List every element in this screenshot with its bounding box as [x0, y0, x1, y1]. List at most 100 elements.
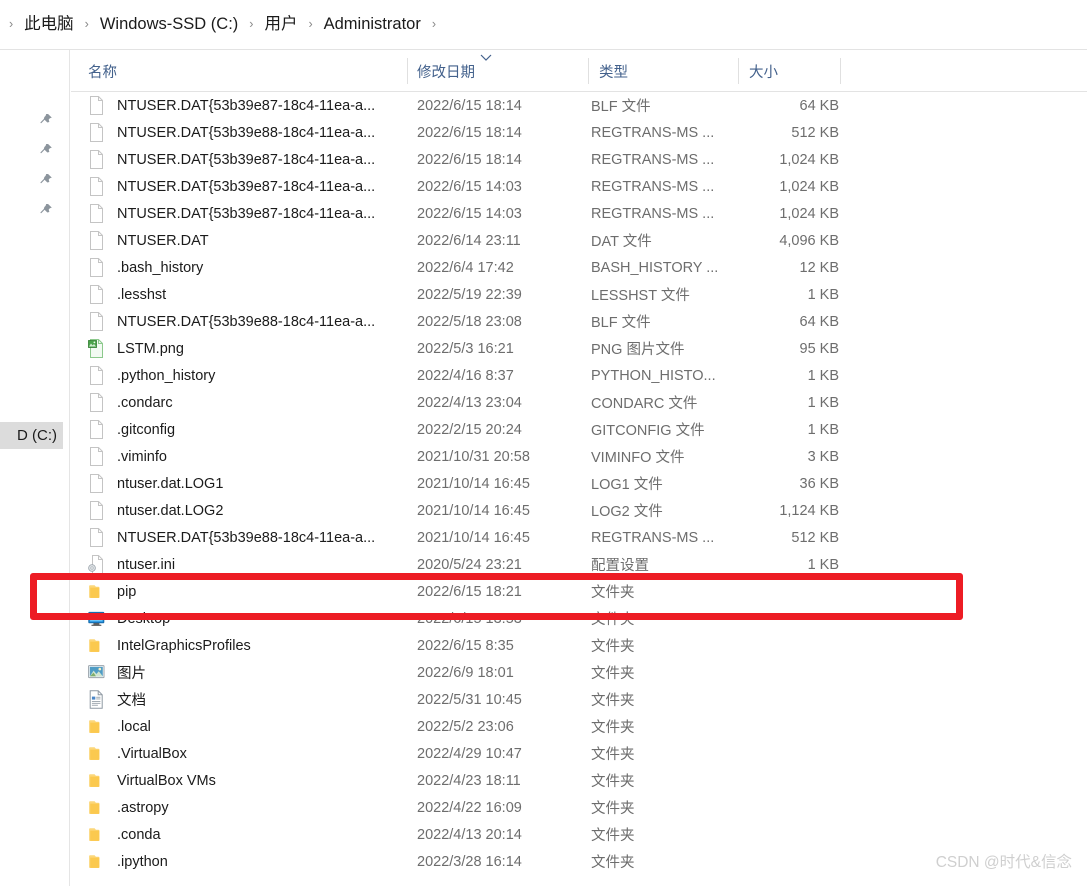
nav-item-windows-ssd[interactable]: D (C:): [0, 422, 63, 449]
file-row[interactable]: 文档 2022/5/31 10:45 文件夹: [71, 686, 1087, 713]
file-size-cell: 512 KB: [791, 124, 839, 141]
file-name-cell[interactable]: .VirtualBox: [88, 740, 404, 767]
file-row[interactable]: .viminfo 2021/10/31 20:58 VIMINFO 文件 3 KB: [71, 443, 1087, 470]
file-name-label: .astropy: [117, 799, 169, 816]
file-row[interactable]: ntuser.dat.LOG2 2021/10/14 16:45 LOG2 文件 1,…: [71, 497, 1087, 524]
file-row[interactable]: .gitconfig 2022/2/15 20:24 GITCONFIG 文件 1 K…: [71, 416, 1087, 443]
file-row[interactable]: ntuser.dat.LOG1 2021/10/14 16:45 LOG1 文件 36…: [71, 470, 1087, 497]
file-row[interactable]: .bash_history 2022/6/4 17:42 BASH_HISTORY …: [71, 254, 1087, 281]
file-name-cell[interactable]: pip: [88, 578, 404, 605]
file-name-cell[interactable]: NTUSER.DAT{53b39e87-18c4-11ea-a...: [88, 92, 404, 119]
column-header-size[interactable]: 大小: [749, 50, 778, 92]
file-name-cell[interactable]: .viminfo: [88, 443, 404, 470]
file-name-cell[interactable]: ntuser.dat.LOG2: [88, 497, 404, 524]
column-header-type[interactable]: 类型: [599, 50, 628, 92]
file-name-cell[interactable]: IntelGraphicsProfiles: [88, 632, 404, 659]
pin-icon[interactable]: [38, 143, 54, 159]
file-name-cell[interactable]: .lesshst: [88, 281, 404, 308]
file-row[interactable]: Desktop 2022/6/15 13:53 文件夹: [71, 605, 1087, 632]
column-header-bar[interactable]: 名称 修改日期 类型 大小: [71, 50, 1087, 92]
file-type-cell: REGTRANS-MS ...: [591, 151, 715, 168]
column-header-date-modified[interactable]: 修改日期: [417, 50, 475, 92]
file-row[interactable]: .ipython 2022/3/28 16:14 文件夹: [71, 848, 1087, 875]
file-row[interactable]: IntelGraphicsProfiles 2022/6/15 8:35 文件夹: [71, 632, 1087, 659]
file-row[interactable]: ntuser.ini 2020/5/24 23:21 配置设置 1 KB: [71, 551, 1087, 578]
file-name-cell[interactable]: LSTM.png: [88, 335, 404, 362]
file-row[interactable]: pip 2022/6/15 18:21 文件夹: [71, 578, 1087, 605]
file-name-label: NTUSER.DAT{53b39e87-18c4-11ea-a...: [117, 178, 376, 195]
pin-icon[interactable]: [38, 113, 54, 129]
file-date-cell: 2020/5/24 23:21: [417, 556, 522, 573]
file-name-cell[interactable]: .conda: [88, 821, 404, 848]
breadcrumb-item-this-pc[interactable]: 此电脑: [20, 14, 78, 35]
breadcrumb-separator-0: ›: [9, 17, 14, 32]
file-row[interactable]: .lesshst 2022/5/19 22:39 LESSHST 文件 1 KB: [71, 281, 1087, 308]
file-row[interactable]: NTUSER.DAT{53b39e87-18c4-11ea-a... 2022/6…: [71, 200, 1087, 227]
file-name-cell[interactable]: .python_history: [88, 362, 404, 389]
file-type-cell: CONDARC 文件: [591, 396, 698, 412]
file-name-label: .VirtualBox: [117, 745, 187, 762]
config-settings-file-icon: [88, 555, 110, 575]
file-name-cell[interactable]: 图片: [88, 659, 404, 686]
file-name-cell[interactable]: .condarc: [88, 389, 404, 416]
column-divider-date[interactable]: [588, 58, 589, 84]
file-row[interactable]: .astropy 2022/4/22 16:09 文件夹: [71, 794, 1087, 821]
generic-file-icon: [88, 312, 110, 332]
file-name-cell[interactable]: ntuser.dat.LOG1: [88, 470, 404, 497]
file-name-cell[interactable]: NTUSER.DAT{53b39e88-18c4-11ea-a...: [88, 119, 404, 146]
file-date-cell: 2022/4/13 20:14: [417, 826, 522, 843]
file-name-cell[interactable]: NTUSER.DAT{53b39e87-18c4-11ea-a...: [88, 200, 404, 227]
file-name-cell[interactable]: .bash_history: [88, 254, 404, 281]
file-name-cell[interactable]: .gitconfig: [88, 416, 404, 443]
breadcrumb[interactable]: › 此电脑 › Windows-SSD (C:) › 用户 › Administ…: [0, 0, 1087, 50]
pin-icon[interactable]: [38, 203, 54, 219]
file-type-cell: 文件夹: [591, 774, 635, 790]
column-divider-type[interactable]: [738, 58, 739, 84]
file-name-cell[interactable]: VirtualBox VMs: [88, 767, 404, 794]
file-row[interactable]: .python_history 2022/4/16 8:37 PYTHON_HIST…: [71, 362, 1087, 389]
file-name-cell[interactable]: .local: [88, 713, 404, 740]
file-name-cell[interactable]: 文档: [88, 686, 404, 713]
breadcrumb-item-administrator[interactable]: Administrator: [320, 14, 425, 35]
column-divider-size[interactable]: [840, 58, 841, 84]
file-row[interactable]: .condarc 2022/4/13 23:04 CONDARC 文件 1 KB: [71, 389, 1087, 416]
file-row[interactable]: LSTM.png 2022/5/3 16:21 PNG 图片文件 95 KB: [71, 335, 1087, 362]
file-row[interactable]: 图片 2022/6/9 18:01 文件夹: [71, 659, 1087, 686]
file-row[interactable]: NTUSER.DAT 2022/6/14 23:11 DAT 文件 4,096 KB: [71, 227, 1087, 254]
file-name-cell[interactable]: NTUSER.DAT{53b39e87-18c4-11ea-a...: [88, 146, 404, 173]
file-row[interactable]: NTUSER.DAT{53b39e87-18c4-11ea-a... 2022/6…: [71, 146, 1087, 173]
file-name-cell[interactable]: Desktop: [88, 605, 404, 632]
file-name-cell[interactable]: .ipython: [88, 848, 404, 875]
file-row[interactable]: .conda 2022/4/13 20:14 文件夹: [71, 821, 1087, 848]
breadcrumb-item-windows-ssd[interactable]: Windows-SSD (C:): [96, 14, 242, 35]
breadcrumb-separator-4[interactable]: ›: [425, 18, 443, 31]
file-date-cell: 2022/5/18 23:08: [417, 313, 522, 330]
column-header-name[interactable]: 名称: [88, 50, 117, 92]
file-date-cell: 2022/6/15 18:14: [417, 97, 522, 114]
file-row[interactable]: NTUSER.DAT{53b39e88-18c4-11ea-a... 2021/1…: [71, 524, 1087, 551]
file-name-cell[interactable]: NTUSER.DAT{53b39e87-18c4-11ea-a...: [88, 173, 404, 200]
file-name-cell[interactable]: ntuser.ini: [88, 551, 404, 578]
file-name-cell[interactable]: .astropy: [88, 794, 404, 821]
file-row[interactable]: NTUSER.DAT{53b39e87-18c4-11ea-a... 2022/6…: [71, 173, 1087, 200]
pin-icon[interactable]: [38, 173, 54, 189]
generic-file-icon: [88, 123, 110, 143]
file-row[interactable]: .VirtualBox 2022/4/29 10:47 文件夹: [71, 740, 1087, 767]
file-name-cell[interactable]: NTUSER.DAT: [88, 227, 404, 254]
file-type-cell: 文件夹: [591, 747, 635, 763]
file-type-cell: GITCONFIG 文件: [591, 423, 705, 439]
file-type-cell: 文件夹: [591, 855, 635, 871]
file-row[interactable]: NTUSER.DAT{53b39e88-18c4-11ea-a... 2022/6…: [71, 119, 1087, 146]
file-name-cell[interactable]: NTUSER.DAT{53b39e88-18c4-11ea-a...: [88, 308, 404, 335]
file-list[interactable]: NTUSER.DAT{53b39e87-18c4-11ea-a... 2022/6…: [71, 92, 1087, 886]
file-row[interactable]: VirtualBox VMs 2022/4/23 18:11 文件夹: [71, 767, 1087, 794]
file-name-cell[interactable]: NTUSER.DAT{53b39e88-18c4-11ea-a...: [88, 524, 404, 551]
file-date-cell: 2022/6/15 18:14: [417, 151, 522, 168]
column-divider-name[interactable]: [407, 58, 408, 84]
file-row[interactable]: NTUSER.DAT{53b39e87-18c4-11ea-a... 2022/6…: [71, 92, 1087, 119]
file-row[interactable]: NTUSER.DAT{53b39e88-18c4-11ea-a... 2022/5…: [71, 308, 1087, 335]
breadcrumb-item-users[interactable]: 用户: [260, 14, 301, 35]
navigation-pane[interactable]: D (C:): [0, 50, 70, 886]
file-row[interactable]: .local 2022/5/2 23:06 文件夹: [71, 713, 1087, 740]
file-name-label: Desktop: [117, 610, 171, 627]
